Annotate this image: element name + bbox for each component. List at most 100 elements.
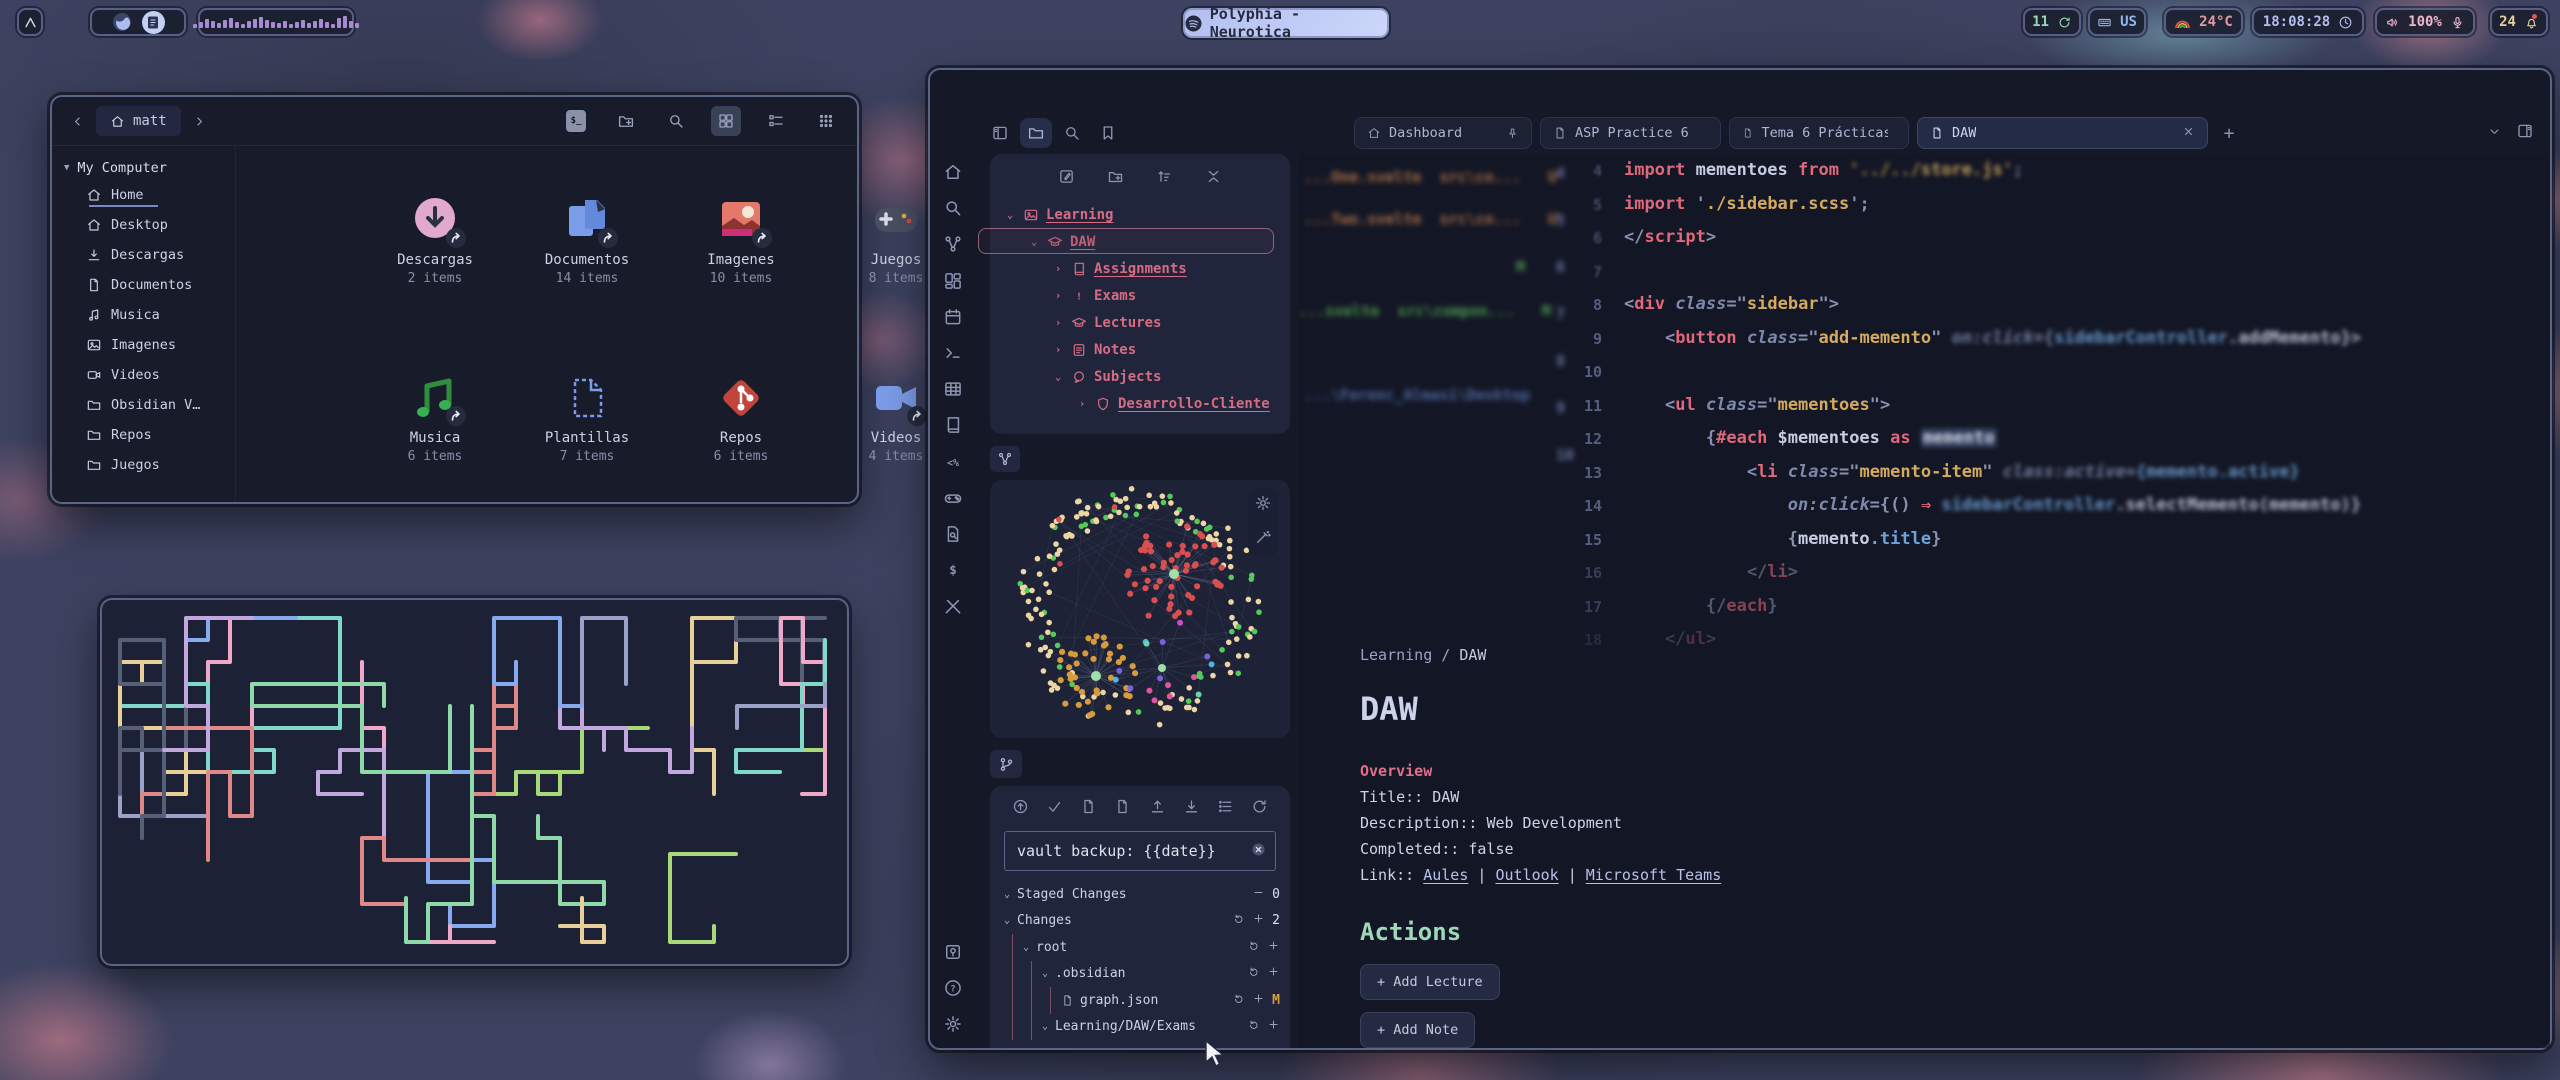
toolbar-button-search[interactable] — [661, 106, 691, 136]
note-link-microsoft-teams[interactable]: Microsoft Teams — [1586, 866, 1721, 884]
tree-item-learning[interactable]: ⌄Learning — [1004, 201, 1280, 228]
firefox-icon[interactable] — [112, 12, 132, 32]
git-stage-all-button[interactable] — [1080, 798, 1097, 819]
strip-sidebar-toggle-button[interactable] — [984, 118, 1016, 148]
ribbon-graph-button[interactable] — [943, 234, 965, 256]
git-push-button[interactable] — [1149, 798, 1166, 819]
sidebar-item-obsidianv[interactable]: Obsidian V… — [52, 390, 235, 420]
strip-bookmark-button[interactable] — [1092, 118, 1124, 148]
ribbon-settings-button[interactable] — [943, 1014, 965, 1036]
git-row-graph-json[interactable]: graph.jsonM — [1004, 987, 1290, 1014]
tab-dashboard[interactable]: Dashboard — [1354, 117, 1532, 149]
sidebar-item-repos[interactable]: Repos — [52, 420, 235, 450]
ribbon-terminal-button[interactable] — [943, 343, 965, 365]
ribbon-home-button[interactable] — [943, 162, 965, 184]
sidebar-item-videos[interactable]: Videos — [52, 360, 235, 390]
tab-daw[interactable]: DAW — [1917, 117, 2208, 149]
explorer-new-folder-button[interactable] — [1107, 168, 1124, 189]
graph-panel-tab[interactable] — [990, 446, 1020, 472]
git-change-list-button[interactable] — [1217, 798, 1234, 819]
ribbon-layout-button[interactable] — [943, 271, 965, 293]
sidebar-item-documentos[interactable]: Documentos — [52, 270, 235, 300]
graph-filter-button[interactable] — [1254, 528, 1272, 550]
tab-tema-6-pr-cticas-[interactable]: Tema 6 Prácticas -… — [1729, 117, 1909, 149]
sidebar-item-descargas[interactable]: Descargas — [52, 240, 235, 270]
ribbon-tools-button[interactable] — [943, 596, 965, 618]
toolbar-button-list-view[interactable] — [761, 106, 791, 136]
git-plus-action[interactable] — [1267, 965, 1280, 982]
sidebar-item-imagenes[interactable]: Imagenes — [52, 330, 235, 360]
sidebar-root[interactable]: ▼My Computer — [52, 146, 235, 180]
explorer-sort-button[interactable] — [1156, 168, 1173, 189]
git-panel-tab[interactable] — [990, 750, 1022, 778]
tree-item-daw[interactable]: ⌄DAW — [1004, 228, 1280, 255]
sidebar-item-musica[interactable]: Musica — [52, 300, 235, 330]
ribbon-code-percent-button[interactable]: <% — [943, 452, 965, 474]
ribbon-dollar-button[interactable]: $ — [943, 560, 965, 582]
graph-settings-button[interactable] — [1254, 494, 1272, 516]
clear-message-button[interactable] — [1250, 841, 1267, 862]
forward-button[interactable] — [187, 108, 213, 134]
widget-updates[interactable]: 11 — [2023, 8, 2081, 36]
widget-volume[interactable]: 100% — [2375, 8, 2475, 36]
git-plus-action[interactable] — [1252, 992, 1265, 1009]
git-undo-action[interactable] — [1232, 992, 1245, 1009]
toolbar-button-new-folder[interactable] — [611, 106, 641, 136]
git-row-learning-daw-exams[interactable]: ⌄Learning/DAW/Exams — [1004, 1014, 1290, 1041]
toolbar-button-grid-view[interactable] — [711, 106, 741, 136]
obsidian-window[interactable]: <%$? DashboardASP Practice 6Tema 6 Práct… — [928, 68, 2552, 1050]
note-link-outlook[interactable]: Outlook — [1495, 866, 1558, 884]
git-undo-action[interactable] — [1232, 912, 1245, 929]
ribbon-file-search-button[interactable] — [943, 524, 965, 546]
back-button[interactable] — [64, 108, 90, 134]
sidebar-item-juegos[interactable]: Juegos — [52, 450, 235, 480]
ribbon-gamepad-button[interactable] — [943, 488, 965, 510]
widget-clock[interactable]: 18:08:28 — [2252, 8, 2364, 36]
code-editor-view[interactable]: 4import mementoes from '../../store.js';… — [1298, 154, 2550, 674]
tree-item-desarrollo-cliente[interactable]: ›Desarrollo-Cliente — [1004, 390, 1280, 417]
git-row-root[interactable]: ⌄root — [1004, 934, 1290, 961]
strip-folder-button[interactable] — [1020, 118, 1052, 148]
commit-message-input[interactable] — [1015, 841, 1250, 861]
ribbon-vault-button[interactable] — [943, 942, 965, 964]
ribbon-help-button[interactable]: ? — [943, 978, 965, 1000]
action-button--add-note[interactable]: + Add Note — [1360, 1012, 1475, 1048]
tree-item-subjects[interactable]: ⌄Subjects — [1004, 363, 1280, 390]
git-row-changes[interactable]: ⌄Changes2 — [1004, 908, 1290, 935]
document-app-active[interactable] — [142, 11, 165, 34]
tree-item-lectures[interactable]: ›Lectures — [1004, 309, 1280, 336]
launcher-button[interactable] — [17, 8, 43, 36]
sidebar-item-desktop[interactable]: Desktop — [52, 210, 235, 240]
toolbar-button-terminal[interactable]: $_ — [561, 106, 591, 136]
note-link-aules[interactable]: Aules — [1423, 866, 1468, 884]
breadcrumb[interactable]: matt — [96, 106, 181, 136]
right-sidebar-toggle[interactable] — [2516, 122, 2534, 144]
tab-list-dropdown[interactable] — [2487, 124, 2502, 143]
git-plus-action[interactable] — [1252, 912, 1265, 929]
ribbon-table-button[interactable] — [943, 379, 965, 401]
strip-search-button[interactable] — [1056, 118, 1088, 148]
explorer-collapse-button[interactable] — [1205, 168, 1222, 189]
tree-item-assignments[interactable]: ›Assignments — [1004, 255, 1280, 282]
toolbar-button-compact-view[interactable] — [811, 106, 841, 136]
git-row-staged-changes[interactable]: ⌄Staged Changes0 — [1004, 881, 1290, 908]
widget-notifications[interactable]: 24 — [2490, 8, 2548, 36]
git-backup-commit-button[interactable] — [1012, 798, 1029, 819]
ribbon-search-button[interactable] — [943, 198, 965, 220]
git-refresh-button[interactable] — [1251, 798, 1268, 819]
tab-close-button[interactable] — [2182, 125, 2195, 142]
ribbon-calendar-button[interactable] — [943, 307, 965, 329]
git-undo-action[interactable] — [1247, 965, 1260, 982]
widget-weather[interactable]: 24°C — [2164, 8, 2243, 36]
new-tab-button[interactable]: + — [2216, 123, 2242, 144]
explorer-new-note-button[interactable] — [1058, 168, 1075, 189]
git-plus-action[interactable] — [1267, 1018, 1280, 1035]
git-unstage-all-button[interactable] — [1114, 798, 1131, 819]
widget-keyboard-layout[interactable]: US — [2088, 8, 2146, 36]
git-undo-action[interactable] — [1247, 1018, 1260, 1035]
ribbon-book-button[interactable] — [943, 415, 965, 437]
git-commit-button[interactable] — [1046, 798, 1063, 819]
git-plus-action[interactable] — [1267, 939, 1280, 956]
sidebar-item-home[interactable]: Home — [52, 180, 235, 210]
graph-view[interactable] — [990, 480, 1290, 738]
